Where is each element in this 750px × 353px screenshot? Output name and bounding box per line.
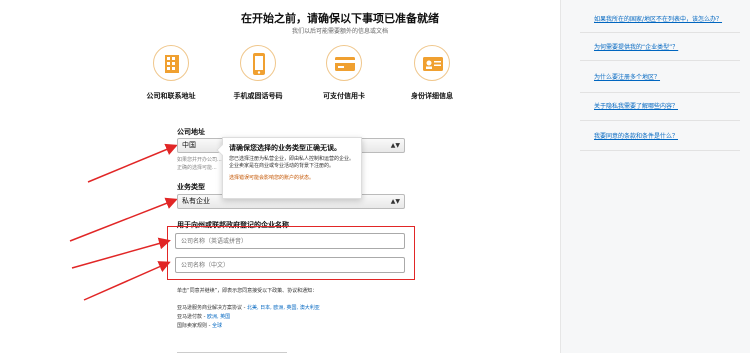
business-type-label: 业务类型 bbox=[177, 183, 205, 191]
policy-name: 国际卖家规则 - bbox=[177, 323, 211, 329]
company-name-chinese-input[interactable] bbox=[175, 257, 405, 273]
company-name-pinyin-input[interactable] bbox=[175, 233, 405, 249]
requirement-identity: 身份详细信息 bbox=[387, 45, 477, 101]
building-icon bbox=[153, 45, 189, 81]
business-type-tooltip: 请确保您选择的业务类型正确无误。 您已选择注册为私营企业，即由私人控制和运营的企… bbox=[216, 137, 362, 199]
company-address-label: 公司地址 bbox=[177, 128, 205, 136]
tooltip-title: 请确保您选择的业务类型正确无误。 bbox=[229, 144, 341, 152]
divider bbox=[580, 32, 740, 33]
credit-card-icon bbox=[326, 45, 362, 81]
help-link-terms[interactable]: 我要同意的条款和条件是什么？ bbox=[594, 131, 678, 140]
help-link-privacy[interactable]: 关于隐私我需要了解哪些内容？ bbox=[594, 101, 678, 110]
id-card-icon bbox=[414, 45, 450, 81]
divider bbox=[580, 92, 740, 93]
country-select-value: 中国 bbox=[182, 141, 196, 149]
help-link-country-not-listed[interactable]: 如果我所在的国家/地区不在列表中，该怎么办？ bbox=[594, 14, 722, 23]
divider bbox=[580, 120, 740, 121]
chevron-updown-icon: ▲▼ bbox=[390, 142, 400, 149]
tooltip-warning: 选择错误可能会影响您的账户的状态。 bbox=[229, 175, 315, 181]
divider bbox=[580, 60, 740, 61]
business-type-select-value: 私有企业 bbox=[182, 197, 210, 205]
requirement-label: 身份详细信息 bbox=[411, 92, 453, 100]
consent-text: 单击“同意并继续”，即表示您同意接受以下政策、协议和通知： bbox=[177, 288, 318, 294]
policy-links[interactable]: 北美, 日本, 欧洲, 英国, 澳大利亚 bbox=[247, 305, 320, 311]
help-link-business-type[interactable]: 为何需要提供我的“企业类型”？ bbox=[594, 42, 678, 51]
policy-line: 亚马逊付款 - 欧洲, 英国 bbox=[177, 313, 230, 320]
requirement-credit-card: 可支付信用卡 bbox=[299, 45, 389, 101]
requirement-label: 手机或固话号码 bbox=[233, 92, 283, 100]
page-subtitle: 我们以后可能需要额外的信息或文档 bbox=[291, 28, 388, 35]
policy-line: 亚马逊服务商业解决方案协议 - 北美, 日本, 欧洲, 英国, 澳大利亚 bbox=[177, 304, 320, 311]
requirement-phone: 手机或固话号码 bbox=[213, 45, 303, 101]
policy-name: 亚马逊服务商业解决方案协议 - bbox=[177, 305, 246, 311]
policy-name: 亚马逊付款 - bbox=[177, 314, 206, 320]
help-link-multiple-regions[interactable]: 为什么要注册多个地区？ bbox=[594, 72, 660, 81]
policy-links[interactable]: 欧洲, 英国 bbox=[207, 314, 230, 320]
policy-line: 国际卖家规则 - 全球 bbox=[177, 322, 222, 329]
policy-links[interactable]: 全球 bbox=[212, 323, 222, 329]
help-sidebar bbox=[560, 0, 750, 353]
tooltip-body: 您已选择注册为私营企业，即由私人控制和运营的企业。企业卖家是在商业或专业活动的背… bbox=[229, 156, 355, 169]
requirement-company-address: 公司和联系地址 bbox=[126, 45, 216, 101]
requirement-label: 可支付信用卡 bbox=[323, 92, 365, 100]
requirement-label: 公司和联系地址 bbox=[146, 92, 196, 100]
page-title: 在开始之前，请确保以下事项已准备就绪 bbox=[241, 12, 439, 25]
chevron-updown-icon: ▲▼ bbox=[390, 198, 400, 205]
phone-icon bbox=[240, 45, 276, 81]
divider bbox=[580, 150, 740, 151]
